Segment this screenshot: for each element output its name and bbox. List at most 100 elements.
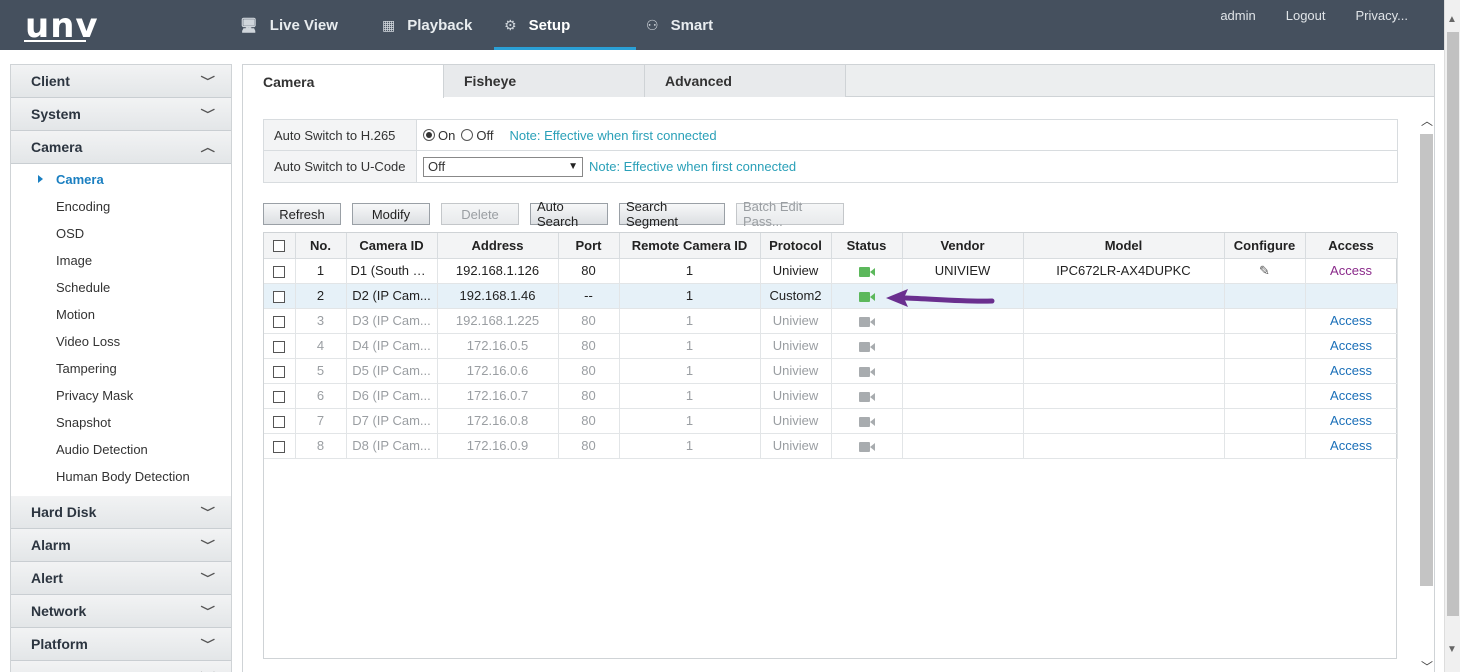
chevron-up-icon: ︿ (200, 142, 215, 154)
nav-live-view[interactable]: 🖥 Live View (230, 0, 372, 50)
sidebar-group-platform[interactable]: Platform ﹀ (11, 628, 231, 661)
sidebar-group-network[interactable]: Network ﹀ (11, 595, 231, 628)
nav-smart[interactable]: ⚇ Smart (636, 0, 766, 50)
sidebar-item-encoding[interactable]: Encoding (11, 193, 231, 220)
sidebar-item-camera[interactable]: Camera (11, 166, 231, 193)
access-link[interactable]: Access (1330, 338, 1372, 353)
cell-access: Access (1305, 433, 1398, 459)
sidebar-group-user[interactable]: User﹀ (11, 661, 231, 672)
cell-configure (1224, 333, 1306, 359)
nav-playback[interactable]: ▦ Playback (372, 0, 494, 50)
sidebar-item-video-loss[interactable]: Video Loss (11, 328, 231, 355)
sidebar-group-camera[interactable]: Camera ︿ (11, 131, 231, 164)
h265-on-radio[interactable]: On (423, 128, 455, 143)
cell-no: 8 (295, 433, 347, 459)
tab-advanced[interactable]: Advanced (645, 65, 846, 97)
table-row[interactable]: 6 D6 (IP Cam... 172.16.0.7 80 1 Uniview Access (264, 383, 1398, 409)
cell-status (831, 333, 903, 359)
access-link[interactable]: Access (1330, 438, 1372, 453)
cell-port: 80 (558, 383, 620, 409)
sidebar-item-audio-detection[interactable]: Audio Detection (11, 436, 231, 463)
sidebar-group-alarm[interactable]: Alarm ﹀ (11, 529, 231, 562)
privacy-link[interactable]: Privacy... (1356, 8, 1409, 23)
access-link[interactable]: Access (1330, 388, 1372, 403)
toolbar: Refresh Modify Delete Auto Search Search Seg… (263, 199, 844, 229)
camera-lens (869, 342, 875, 351)
row-checkbox[interactable] (273, 340, 286, 353)
table-row[interactable]: 8 D8 (IP Cam... 172.16.0.9 80 1 Uniview Access (264, 433, 1398, 459)
modify-button[interactable]: Modify (352, 203, 430, 225)
sidebar-item-privacy-mask[interactable]: Privacy Mask (11, 382, 231, 409)
cell-access: Access (1305, 383, 1398, 409)
sidebar-item-snapshot[interactable]: Snapshot (11, 409, 231, 436)
refresh-button[interactable]: Refresh (263, 203, 341, 225)
row-checkbox[interactable] (273, 365, 286, 378)
row-checkbox[interactable] (273, 315, 286, 328)
auto-search-button[interactable]: Auto Search (530, 199, 608, 229)
monitor-icon: 🖥 (240, 16, 258, 33)
cell-remote-id: 1 (619, 333, 761, 359)
row-checkbox[interactable] (273, 415, 286, 428)
camera-status-offline-icon (858, 416, 875, 427)
panel-scroll-thumb[interactable] (1420, 134, 1433, 586)
panel-scrollbar[interactable]: ︿ ﹀ (1418, 98, 1434, 672)
edit-pencil-icon[interactable]: ✎ (1259, 263, 1270, 278)
table-row[interactable]: 7 D7 (IP Cam... 172.16.0.8 80 1 Uniview Access (264, 408, 1398, 434)
row-checkbox[interactable] (273, 290, 286, 303)
cell-protocol: Uniview (760, 383, 832, 409)
sidebar-item-human-body-detection[interactable]: Human Body Detection (11, 463, 231, 490)
sidebar-item-tampering[interactable]: Tampering (11, 355, 231, 382)
cell-no: 7 (295, 408, 347, 434)
cell-model (1023, 333, 1225, 359)
cell-access (1305, 283, 1398, 309)
ucode-select[interactable]: Off ▼ (423, 156, 583, 177)
film-icon: ▦ (382, 16, 396, 33)
cell-no: 3 (295, 308, 347, 334)
row-checkbox[interactable] (273, 265, 286, 278)
batch-edit-pass-button[interactable]: Batch Edit Pass... (736, 199, 844, 229)
row-checkbox[interactable] (273, 440, 286, 453)
sidebar-item-motion[interactable]: Motion (11, 301, 231, 328)
row-checkbox[interactable] (273, 390, 286, 403)
nav-setup[interactable]: ⚙ Setup (494, 0, 636, 50)
row-checkbox-cell (264, 283, 296, 309)
ucode-label: Auto Switch to U-Code (264, 151, 417, 182)
sidebar-group-alert[interactable]: Alert ﹀ (11, 562, 231, 595)
table-row[interactable]: 5 D5 (IP Cam... 172.16.0.6 80 1 Uniview Access (264, 358, 1398, 384)
tab-fisheye[interactable]: Fisheye (444, 65, 645, 97)
user-link[interactable]: admin (1220, 8, 1255, 23)
sidebar-group-label: Hard Disk (31, 504, 97, 520)
table-row[interactable]: 4 D4 (IP Cam... 172.16.0.5 80 1 Uniview Access (264, 333, 1398, 359)
table-row[interactable]: 2 D2 (IP Cam... 192.168.1.46 -- 1 Custom2 (264, 283, 1398, 309)
search-segment-button[interactable]: Search Segment (619, 199, 725, 229)
sidebar-group-hard-disk[interactable]: Hard Disk ﹀ (11, 496, 231, 529)
access-link[interactable]: Access (1330, 363, 1372, 378)
sidebar-item-schedule[interactable]: Schedule (11, 274, 231, 301)
tab-camera[interactable]: Camera (243, 65, 444, 98)
table-row[interactable]: 1 D1 (South D... 192.168.1.126 80 1 Uniview UN… (264, 258, 1398, 284)
access-link[interactable]: Access (1330, 413, 1372, 428)
delete-button[interactable]: Delete (441, 203, 519, 225)
table-row[interactable]: 3 D3 (IP Cam... 192.168.1.225 80 1 Uniview Acc… (264, 308, 1398, 334)
sidebar-group-system[interactable]: System ﹀ (11, 98, 231, 131)
camera-body (858, 316, 870, 327)
sidebar-group-client[interactable]: Client ﹀ (11, 65, 231, 98)
page-scroll-thumb[interactable] (1447, 32, 1459, 616)
scroll-up-icon[interactable]: ▲ (1447, 14, 1457, 25)
scroll-down-icon[interactable]: ▼ (1447, 644, 1457, 655)
annotation-arrow-icon (886, 289, 995, 307)
cell-configure (1224, 383, 1306, 409)
access-link[interactable]: Access (1330, 313, 1372, 328)
sidebar-item-osd[interactable]: OSD (11, 220, 231, 247)
chevron-down-icon[interactable]: ﹀ (1421, 658, 1433, 672)
column-header-port: Port (558, 233, 620, 259)
chevron-up-icon[interactable]: ︿ (1421, 112, 1433, 129)
cell-address: 172.16.0.6 (437, 358, 559, 384)
select-all-checkbox[interactable] (273, 240, 286, 253)
cell-configure: ✎ (1224, 258, 1306, 284)
sidebar-item-image[interactable]: Image (11, 247, 231, 274)
access-link[interactable]: Access (1330, 263, 1372, 278)
logout-link[interactable]: Logout (1286, 8, 1326, 23)
page-scrollbar[interactable]: ▲ ▼ (1444, 0, 1460, 672)
h265-off-radio[interactable]: Off (461, 128, 493, 143)
